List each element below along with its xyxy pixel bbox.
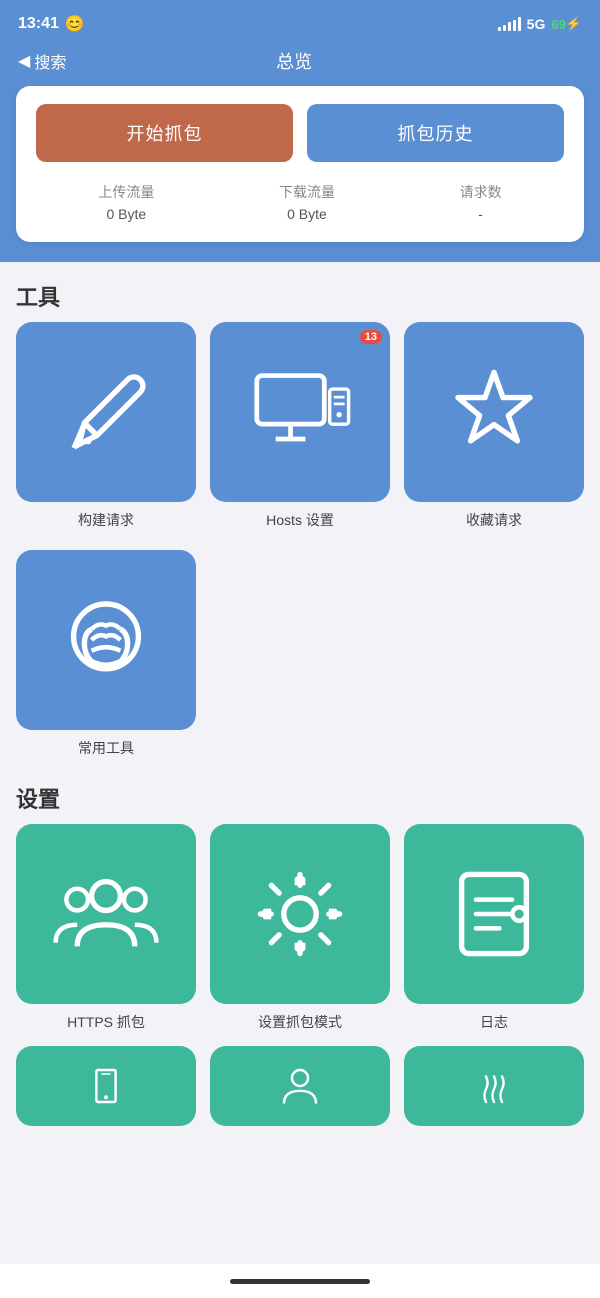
users-icon: [52, 860, 160, 968]
phone-icon: [52, 1062, 160, 1110]
log-icon-box: [404, 824, 584, 1004]
stat-upload: 上传流量 0 Byte: [98, 182, 154, 222]
favorites-icon-box: [404, 322, 584, 502]
network-type: 5G: [527, 16, 546, 32]
tool-partial-3[interactable]: [404, 1046, 584, 1126]
partial-2-icon-box: [210, 1046, 390, 1126]
chevron-left-icon: ◀: [18, 51, 30, 71]
upload-label: 上传流量: [98, 182, 154, 202]
stat-download: 下载流量 0 Byte: [279, 182, 335, 222]
tools-empty-slot-1: [210, 550, 390, 758]
battery-percent: 69: [551, 17, 565, 32]
requests-label: 请求数: [460, 182, 502, 202]
tool-build-request-label: 构建请求: [78, 510, 134, 530]
tool-log-label: 日志: [480, 1012, 508, 1032]
monitor-icon: [246, 358, 354, 466]
tool-common[interactable]: 常用工具: [16, 550, 196, 758]
tools-section-title: 工具: [0, 262, 600, 322]
stat-requests: 请求数 -: [460, 182, 502, 222]
status-bar: 13:41 😊 5G 69⚡: [0, 0, 600, 44]
tool-hosts-label: Hosts 设置: [266, 510, 334, 530]
hosts-badge-count: 13: [360, 330, 382, 344]
home-indicator: [0, 1264, 600, 1298]
pen-icon: [52, 358, 160, 466]
tool-capture-mode-label: 设置抓包模式: [258, 1012, 342, 1032]
build-request-icon-box: [16, 322, 196, 502]
back-label: 搜索: [34, 49, 66, 73]
back-button[interactable]: ◀ 搜索: [18, 49, 66, 73]
tool-log[interactable]: 日志: [404, 824, 584, 1032]
partial-3-icon-box: [404, 1046, 584, 1126]
stats-row: 上传流量 0 Byte 下载流量 0 Byte 请求数 -: [36, 182, 564, 222]
download-value: 0 Byte: [279, 206, 335, 222]
main-card: 开始抓包 抓包历史 上传流量 0 Byte 下载流量 0 Byte 请求数 -: [16, 86, 584, 242]
status-time: 13:41 😊: [18, 14, 85, 34]
status-right: 5G 69⚡: [498, 16, 582, 32]
common-tools-icon-box: [16, 550, 196, 730]
upload-value: 0 Byte: [98, 206, 154, 222]
tool-build-request[interactable]: 构建请求: [16, 322, 196, 530]
settings-section-title: 设置: [0, 764, 600, 824]
settings-grid: HTTPS 抓包 设置抓包模式: [0, 824, 600, 1246]
emoji-icon: 😊: [65, 14, 85, 34]
time-display: 13:41: [18, 15, 59, 33]
tools-icon: [52, 586, 160, 694]
tool-common-label: 常用工具: [78, 738, 134, 758]
capture-history-button[interactable]: 抓包历史: [307, 104, 564, 162]
hosts-icon-box: 13: [210, 322, 390, 502]
tool-partial-1[interactable]: [16, 1046, 196, 1126]
https-icon-box: [16, 824, 196, 1004]
tool-capture-mode[interactable]: 设置抓包模式: [210, 824, 390, 1032]
capture-mode-icon-box: [210, 824, 390, 1004]
log-icon: [440, 860, 548, 968]
start-capture-button[interactable]: 开始抓包: [36, 104, 293, 162]
tools-extra-grid: 常用工具: [0, 536, 600, 764]
page-title: 总览: [66, 48, 522, 74]
tool-https[interactable]: HTTPS 抓包: [16, 824, 196, 1032]
tools-empty-slot-2: [404, 550, 584, 758]
signal-icon: [498, 17, 521, 31]
tool-favorites-label: 收藏请求: [466, 510, 522, 530]
tool-favorites[interactable]: 收藏请求: [404, 322, 584, 530]
person-icon: [246, 1062, 354, 1110]
card-section: 开始抓包 抓包历史 上传流量 0 Byte 下载流量 0 Byte 请求数 -: [0, 86, 600, 262]
partial-1-icon-box: [16, 1046, 196, 1126]
requests-value: -: [460, 206, 502, 222]
nav-bar: ◀ 搜索 总览: [0, 44, 600, 86]
download-label: 下载流量: [279, 182, 335, 202]
star-icon: [440, 358, 548, 466]
home-bar: [230, 1279, 370, 1284]
tools-grid: 构建请求 13 Hosts 设置 收藏: [0, 322, 600, 536]
gear-icon: [246, 860, 354, 968]
tool-https-label: HTTPS 抓包: [67, 1012, 145, 1032]
battery-icon: 69⚡: [551, 16, 582, 32]
steam-icon: [440, 1062, 548, 1110]
tool-hosts[interactable]: 13 Hosts 设置: [210, 322, 390, 530]
action-buttons: 开始抓包 抓包历史: [36, 104, 564, 162]
tool-partial-2[interactable]: [210, 1046, 390, 1126]
